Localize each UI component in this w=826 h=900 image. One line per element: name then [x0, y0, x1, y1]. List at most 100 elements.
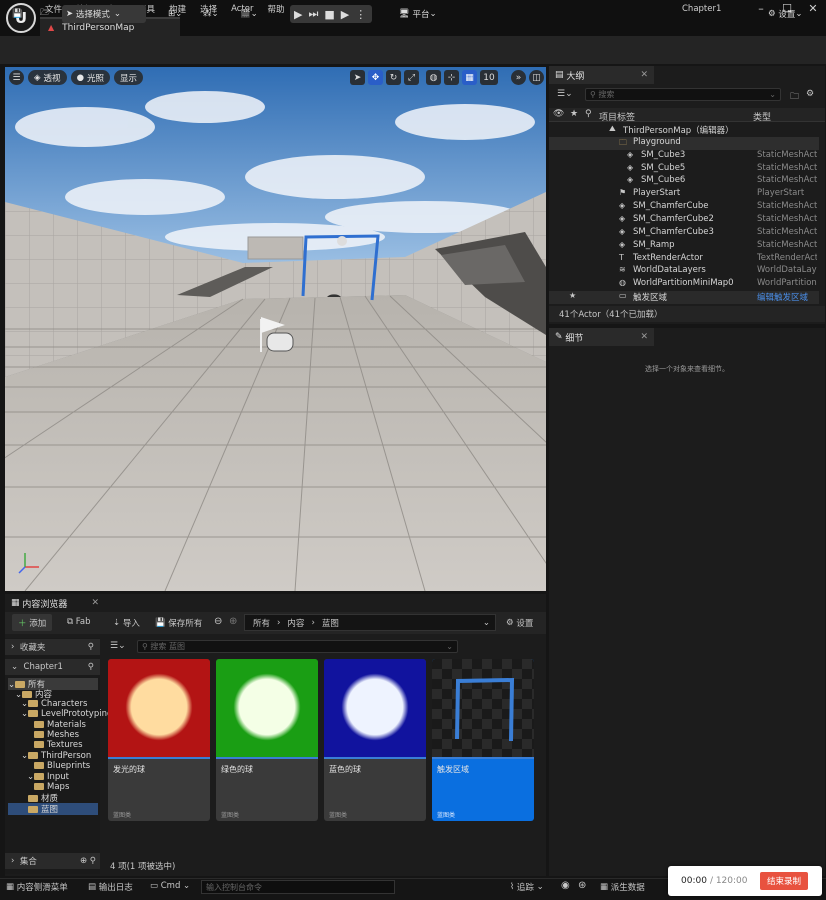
folder-tree-item[interactable]: Blueprints: [27, 761, 90, 771]
outliner-row[interactable]: ⛰ ThirdPersonMap（编辑器）: [549, 124, 819, 137]
folder-tree-item[interactable]: Maps: [27, 782, 69, 792]
visibility-icon[interactable]: 👁: [553, 109, 564, 119]
mode-select-button[interactable]: ➤ 选择模式 ⌄: [62, 5, 146, 23]
stop-icon[interactable]: ■: [324, 8, 334, 21]
folder-tree-item[interactable]: Meshes: [27, 730, 79, 740]
add-actor-icon[interactable]: ⊞⌄: [168, 5, 182, 23]
content-browser-tab[interactable]: ▦ 内容浏览器 ✕: [5, 594, 105, 612]
stop-recording-button[interactable]: 结束录制: [759, 872, 808, 890]
derived-data-button[interactable]: ▦ 派生数据: [600, 881, 645, 893]
level-viewport[interactable]: [5, 67, 546, 591]
asset-tile[interactable]: 绿色的球 蓝图类: [216, 659, 318, 821]
folder-tree-item[interactable]: ⌄ ThirdPerson: [21, 751, 91, 761]
add-collection-icon[interactable]: ⊕ ⚲: [80, 856, 96, 866]
scale-tool-icon[interactable]: ⤢: [404, 70, 419, 85]
rotate-tool-icon[interactable]: ↻: [386, 70, 401, 85]
close-icon[interactable]: ✕: [91, 598, 99, 608]
star-icon[interactable]: ★: [570, 109, 578, 119]
move-tool-icon[interactable]: ✥: [368, 70, 383, 85]
asset-search-input[interactable]: ⚲ 搜索 蓝图 ⌄: [137, 640, 458, 653]
outliner-tab[interactable]: ▤ 大纲 ✕: [549, 66, 654, 84]
lit-button[interactable]: ● 光照: [70, 70, 110, 85]
content-drawer-button[interactable]: ▦ 内容侧滑菜单: [6, 881, 68, 893]
blueprint-icon[interactable]: ⁂⌄: [203, 5, 219, 23]
project-header[interactable]: ⌄ Chapter1 ⚲: [5, 659, 100, 675]
grid-snap-icon[interactable]: ▦: [462, 70, 477, 85]
filter-icon[interactable]: ☰⌄: [557, 89, 573, 99]
add-folder-icon[interactable]: 🗀: [790, 89, 799, 105]
settings-button[interactable]: ⚙ 设置 ⌄: [768, 5, 802, 23]
back-icon[interactable]: ⊖: [214, 616, 222, 627]
column-label-header[interactable]: 项目标签: [599, 110, 635, 123]
outliner-row[interactable]: 🗀 Playground: [549, 136, 819, 150]
more-icon[interactable]: ⋮: [355, 8, 366, 21]
outliner-row[interactable]: ◈ SM_ChamferCube StaticMeshActor: [549, 201, 819, 214]
menu-help[interactable]: 帮助: [267, 3, 284, 15]
collections-header[interactable]: › 集合 ⊕ ⚲: [5, 853, 100, 869]
outliner-row[interactable]: ◍ WorldPartitionMiniMap0 WorldPartitionMin…: [549, 278, 819, 291]
trace-button[interactable]: ⌇ 追踪 ⌄: [510, 881, 544, 893]
select-tool-icon[interactable]: ➤: [350, 70, 365, 85]
platform-button[interactable]: 🖥 平台 ⌄: [399, 5, 437, 23]
outliner-row[interactable]: ◈ SM_Cube5 StaticMeshActor: [549, 163, 819, 176]
outliner-row[interactable]: ◈ SM_Cube6 StaticMeshActor: [549, 175, 819, 188]
play-icon[interactable]: ▶: [294, 8, 302, 21]
output-log-button[interactable]: ▤ 输出日志: [88, 881, 133, 893]
expand-icon[interactable]: »: [511, 70, 526, 85]
breadcrumb-blueprints[interactable]: 蓝图: [322, 617, 339, 629]
outliner-search-input[interactable]: ⚲ 搜索 ⌄: [585, 88, 781, 101]
breadcrumb-content[interactable]: 内容: [287, 617, 304, 629]
outliner-row[interactable]: ◈ SM_Ramp StaticMeshActor: [549, 240, 819, 253]
asset-tile[interactable]: 蓝色的球 蓝图类: [324, 659, 426, 821]
cb-settings-button[interactable]: ⚙ 设置: [506, 617, 533, 629]
close-icon[interactable]: ✕: [800, 2, 826, 15]
console-input[interactable]: 输入控制台命令: [201, 880, 395, 894]
browse-icon[interactable]: 🗁: [40, 5, 51, 23]
add-button[interactable]: ＋ 添加: [12, 614, 53, 631]
play-mode-icon[interactable]: ▶: [341, 8, 349, 21]
folder-tree-item[interactable]: Textures: [27, 740, 83, 750]
column-type-header[interactable]: 类型: [753, 110, 771, 123]
forward-icon[interactable]: ⊕: [229, 616, 237, 627]
outliner-row[interactable]: ★ ▭ 触发区域 编辑触发区域: [549, 291, 819, 305]
hamburger-icon[interactable]: ☰: [9, 70, 24, 85]
close-icon[interactable]: ✕: [640, 332, 648, 342]
folder-tree-item[interactable]: ⌄ LevelPrototyping: [21, 709, 112, 719]
asset-tile[interactable]: 发光的球 蓝图类: [108, 659, 210, 821]
record-icon[interactable]: ◉: [561, 880, 570, 891]
folder-tree-item[interactable]: 蓝图: [8, 802, 98, 815]
cmd-dropdown[interactable]: ▭ Cmd ⌄: [150, 881, 190, 891]
surface-snap-icon[interactable]: ⊹: [444, 70, 459, 85]
fab-button[interactable]: ⧉ Fab: [67, 617, 91, 627]
layout-icon[interactable]: ◫: [529, 70, 544, 85]
asset-tile[interactable]: 触发区域 蓝图类: [432, 659, 534, 821]
save-icon[interactable]: 💾: [12, 5, 23, 23]
outliner-row[interactable]: T TextRenderActor TextRenderActor: [549, 253, 819, 266]
search-icon[interactable]: ⚲: [88, 662, 94, 672]
cinematics-icon[interactable]: 🎬⌄: [240, 5, 258, 23]
chevron-down-icon[interactable]: ⌄: [483, 618, 490, 628]
gear-icon[interactable]: ⚙: [806, 89, 814, 99]
search-icon[interactable]: ⚲: [88, 642, 94, 652]
source-control-icon[interactable]: ⊛: [578, 880, 586, 891]
outliner-row[interactable]: ◈ SM_ChamferCube2 StaticMeshActor: [549, 214, 819, 227]
filter-icon[interactable]: ☰⌄: [110, 641, 126, 651]
outliner-row[interactable]: ◈ SM_Cube3 StaticMeshActor: [549, 150, 819, 163]
outliner-row[interactable]: ⚑ PlayerStart PlayerStart: [549, 188, 819, 201]
folder-tree-item[interactable]: Materials: [27, 720, 86, 730]
outliner-row[interactable]: ≋ WorldDataLayers WorldDataLayers: [549, 265, 819, 278]
favorites-header[interactable]: › 收藏夹 ⚲: [5, 639, 100, 655]
import-button[interactable]: ⇣ 导入: [113, 617, 140, 629]
close-icon[interactable]: ✕: [640, 70, 648, 80]
folder-tree-item[interactable]: ⌄ Input: [27, 772, 69, 782]
pin-icon[interactable]: ⚲: [585, 109, 592, 119]
outliner-row[interactable]: ◈ SM_ChamferCube3 StaticMeshActor: [549, 227, 819, 240]
save-all-button[interactable]: 💾 保存所有: [155, 617, 202, 629]
folder-tree-item[interactable]: ⌄ Characters: [21, 699, 87, 709]
details-tab[interactable]: ✎ 细节 ✕: [549, 328, 654, 346]
world-space-icon[interactable]: ◍: [426, 70, 441, 85]
show-button[interactable]: 显示: [114, 70, 144, 85]
grid-snap-value[interactable]: 10: [480, 70, 498, 85]
advance-icon[interactable]: ⏭: [308, 7, 318, 21]
breadcrumb-all[interactable]: 所有: [253, 617, 270, 629]
